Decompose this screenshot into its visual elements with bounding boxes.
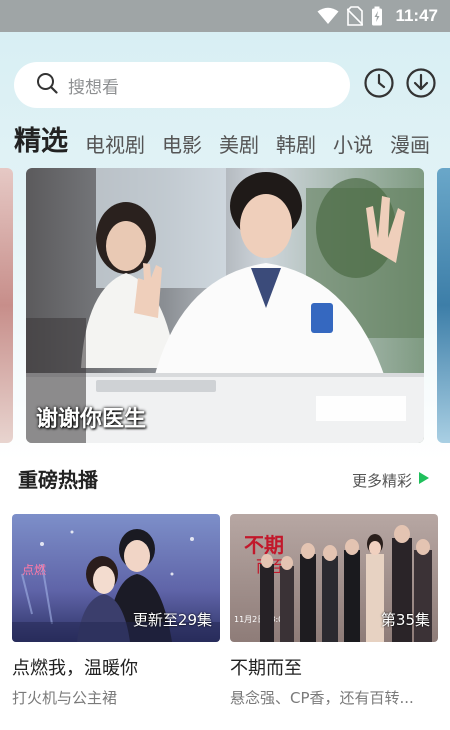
tab-us-drama[interactable]: 美剧 — [219, 130, 259, 160]
svg-text:不期: 不期 — [244, 533, 284, 557]
svg-text:点燃: 点燃 — [22, 562, 46, 577]
episode-badge: 第35集 — [380, 611, 430, 629]
show-poster[interactable]: 不期 而至 11月2日18:00 第35集 — [230, 514, 438, 642]
battery-icon — [371, 6, 383, 26]
search-row: 搜想看 — [14, 60, 438, 110]
more-link[interactable]: 更多精彩 — [352, 468, 430, 492]
show-card[interactable]: 不期 而至 11月2日18:00 第35集 不期而至 悬念强、CP香，还有百转.… — [230, 514, 438, 707]
banner-title: 谢谢你医生 — [36, 407, 147, 432]
show-description: 悬念强、CP香，还有百转... — [230, 689, 414, 707]
search-icon — [36, 72, 58, 98]
tab-korean-drama[interactable]: 韩剧 — [276, 130, 316, 160]
show-description: 打火机与公主裙 — [12, 689, 118, 707]
download-button[interactable] — [402, 66, 440, 104]
show-title[interactable]: 不期而至 — [230, 654, 302, 680]
tab-featured[interactable]: 精选 — [14, 124, 68, 160]
download-icon — [405, 67, 437, 103]
episode-badge: 更新至29集 — [132, 611, 212, 629]
banner-prev-peek[interactable] — [0, 168, 13, 443]
banner-next-peek[interactable] — [437, 168, 450, 443]
play-arrow-icon — [418, 471, 430, 489]
no-sim-icon — [347, 6, 364, 26]
tab-movies[interactable]: 电影 — [162, 130, 202, 160]
banner-carousel[interactable]: 谢谢你医生 — [26, 168, 424, 443]
more-label: 更多精彩 — [352, 471, 413, 490]
clock-icon — [363, 67, 395, 103]
clock-time: 11:47 — [395, 6, 438, 25]
show-title[interactable]: 点燃我，温暖你 — [12, 654, 138, 680]
tab-comics[interactable]: 漫画 — [390, 130, 430, 160]
show-card[interactable]: 点燃 更新至29集 点燃我，温暖你 打火机与公主裙 — [12, 514, 220, 707]
status-bar: 11:47 — [0, 0, 450, 32]
show-poster[interactable]: 点燃 更新至29集 — [12, 514, 220, 642]
section-title: 重磅热播 — [18, 468, 98, 492]
tab-tv-series[interactable]: 电视剧 — [85, 130, 145, 160]
wifi-icon — [317, 7, 339, 25]
history-button[interactable] — [360, 66, 398, 104]
search-input[interactable]: 搜想看 — [14, 62, 350, 108]
tab-novels[interactable]: 小说 — [333, 130, 373, 160]
search-placeholder: 搜想看 — [68, 77, 119, 98]
category-tabs: 精选 电视剧 电影 美剧 韩剧 小说 漫画 — [14, 118, 447, 160]
